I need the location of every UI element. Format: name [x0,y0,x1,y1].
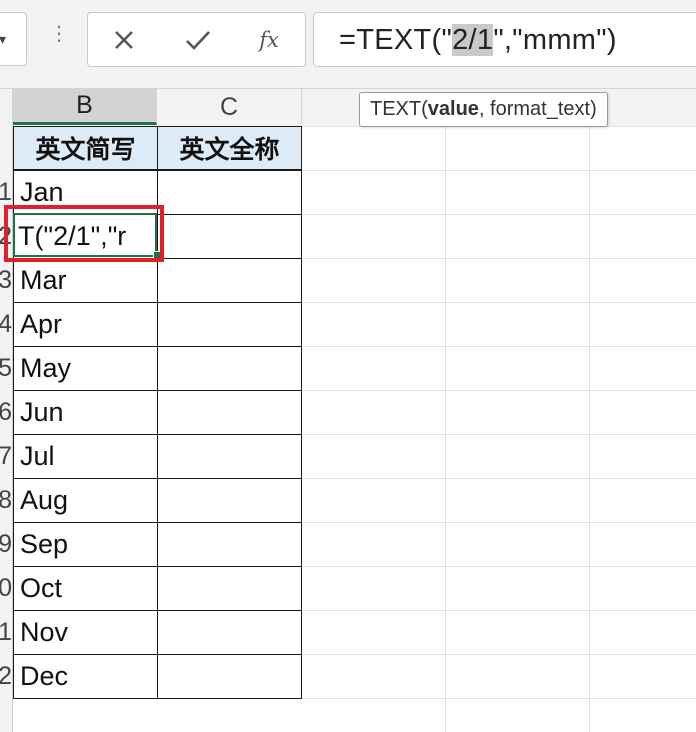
column-header-c[interactable]: C [157,89,302,125]
cell-c[interactable] [157,346,302,391]
tooltip-rest: , format_text) [478,98,597,120]
close-icon [115,31,133,49]
gridline [301,214,696,215]
formula-buttons: fx [87,12,306,67]
formula-suffix: ","mmm") [493,24,617,56]
cell-b[interactable]: Oct [13,566,158,611]
gridline [301,698,696,699]
header-cell-c[interactable]: 英文全称 [157,126,302,170]
gridline [301,522,696,523]
row-number[interactable]: 11 [0,618,12,647]
cell-c[interactable] [157,478,302,523]
fx-icon: fx [259,28,279,52]
gridline [301,346,696,347]
cell-c[interactable] [157,170,302,215]
cell-b[interactable]: May [13,346,158,391]
cell-b[interactable]: Apr [13,302,158,347]
gridline [301,434,696,435]
row-number[interactable]: 6 [0,398,12,427]
row-headers: 123456789101112 [0,89,13,732]
row-number[interactable]: 9 [0,530,12,559]
tooltip-func-name: TEXT( [370,98,428,120]
cell-c[interactable] [157,610,302,655]
highlight-box [4,205,164,262]
cell-c[interactable] [157,654,302,699]
cell-b[interactable]: Aug [13,478,158,523]
header-cell-b[interactable]: 英文简写 [13,126,158,170]
gridline [445,126,446,732]
cell-c[interactable] [157,302,302,347]
gridline [301,610,696,611]
formula-highlighted-arg: 2/1 [452,24,494,56]
cell-b[interactable]: Jul [13,434,158,479]
formula-input[interactable]: =TEXT("2/1","mmm") [313,12,696,67]
more-vertical-icon[interactable]: ⋮ [49,24,69,44]
row-number[interactable]: 7 [0,442,12,471]
cell-b[interactable]: Dec [13,654,158,699]
enter-button[interactable] [181,23,215,57]
gridline [589,126,590,732]
cell-c[interactable] [157,522,302,567]
cell-b[interactable]: Sep [13,522,158,567]
row-number[interactable]: 12 [0,662,12,691]
chevron-down-icon[interactable]: ▾ [0,31,6,48]
cell-b[interactable]: Nov [13,610,158,655]
gridline [301,258,696,259]
gridline [301,170,696,171]
gridline [301,390,696,391]
gridline [301,654,696,655]
row-number[interactable]: 1 [0,178,12,207]
check-icon [186,31,210,50]
row-number[interactable]: 8 [0,486,12,515]
cell-b[interactable]: Mar [13,258,158,303]
cell-c[interactable] [157,390,302,435]
formula-text: =TEXT("2/1","mmm") [339,23,617,57]
gridline [301,478,696,479]
row-number[interactable]: 5 [0,354,12,383]
row-number[interactable]: 3 [0,266,12,295]
function-tooltip: TEXT(value, format_text) [359,92,608,127]
cell-c[interactable] [157,566,302,611]
row-number[interactable]: 4 [0,310,12,339]
cell-c[interactable] [157,258,302,303]
formula-toolbar: ▾ ⋮ fx =TEXT("2/1","mmm") [0,0,696,89]
gridline [301,566,696,567]
row-number[interactable]: 10 [0,574,12,603]
cancel-button[interactable] [107,23,141,57]
gridline [301,302,696,303]
formula-prefix: =TEXT(" [339,24,453,56]
cell-b[interactable]: Jun [13,390,158,435]
cell-c[interactable] [157,214,302,259]
column-header-b[interactable]: B [13,89,157,125]
insert-function-button[interactable]: fx [252,23,286,57]
tooltip-current-arg: value [427,98,479,120]
cell-c[interactable] [157,434,302,479]
name-box[interactable]: ▾ [0,12,27,66]
